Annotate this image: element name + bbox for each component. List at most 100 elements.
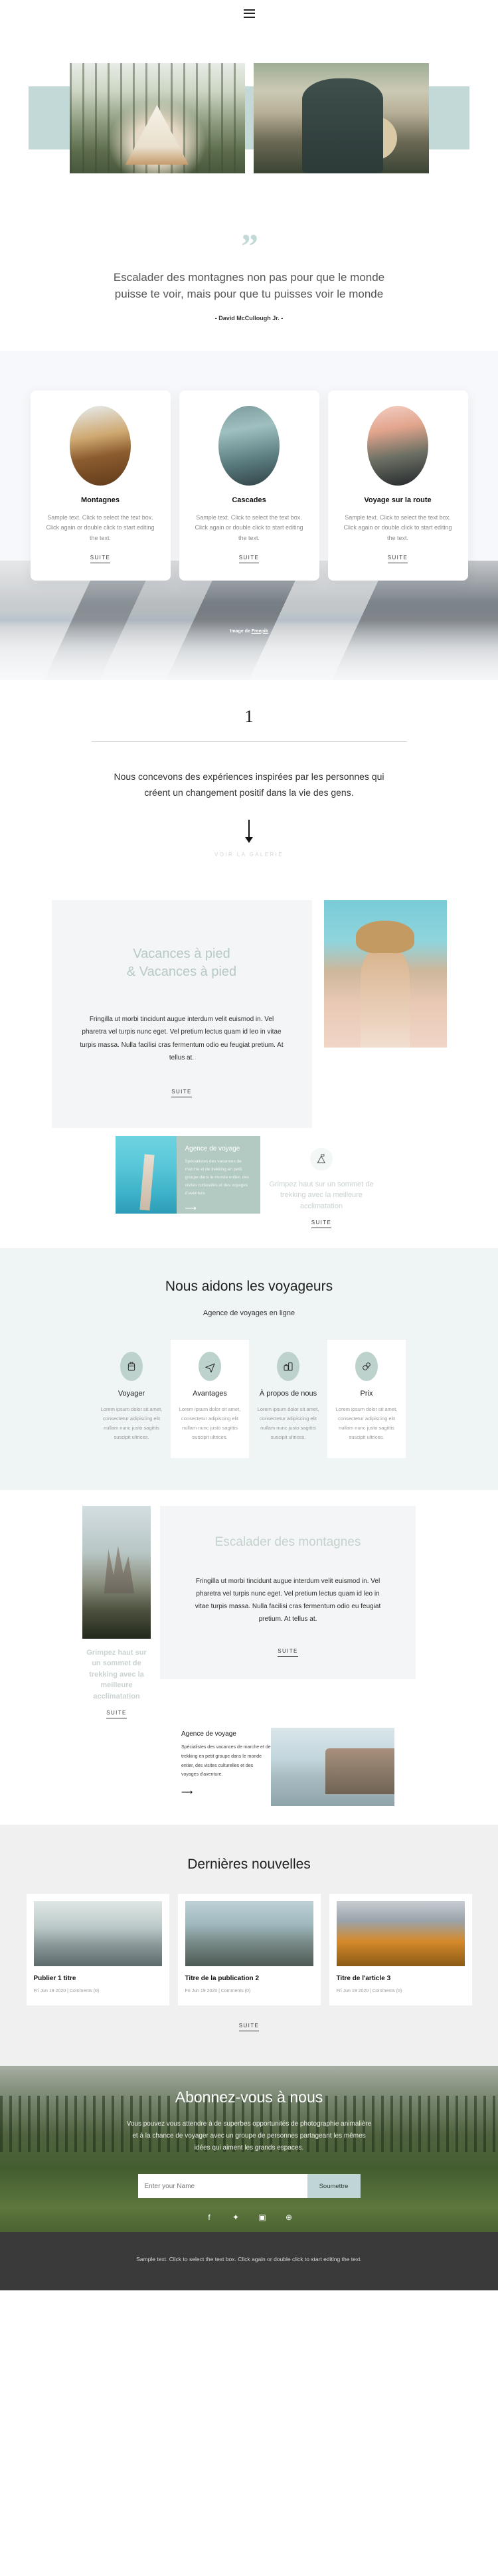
news-title: Titre de la publication 2 xyxy=(185,1975,260,1983)
hamburger-icon[interactable] xyxy=(243,9,255,18)
feature-prix[interactable]: Prix Lorem ipsum dolor sit amet, consect… xyxy=(327,1340,406,1458)
news-row: Publier 1 titre Fri Jun 19 2020 | Commen… xyxy=(0,1894,498,2006)
image-credit-link[interactable]: Freepik xyxy=(252,629,268,634)
intro-section: 1 Nous concevons des expériences inspiré… xyxy=(0,680,498,885)
facebook-icon[interactable]: f xyxy=(205,2213,214,2222)
news-title: Publier 1 titre xyxy=(33,1975,76,1983)
landing-page: ” Escalader des montagnes non pas pour q… xyxy=(0,0,498,2290)
card-title: Cascades xyxy=(232,496,266,504)
news-meta: Fri Jun 19 2020 | Comments (0) xyxy=(33,1989,100,1994)
climb-title: Grimpez haut sur un sommet de trekking a… xyxy=(269,1180,374,1210)
escalader-agency-image xyxy=(271,1728,394,1807)
balloon-icon xyxy=(355,1352,378,1382)
feature-title: Voyager xyxy=(118,1390,145,1398)
site-footer: Sample text. Click to select the text bo… xyxy=(0,2232,498,2290)
name-input[interactable] xyxy=(137,2174,307,2199)
escalader-more-link[interactable]: SUITE xyxy=(278,1648,298,1657)
quote-mark-icon: ” xyxy=(241,228,258,266)
feature-voyager[interactable]: Voyager Lorem ipsum dolor sit amet, cons… xyxy=(92,1340,171,1458)
news-section: Dernières nouvelles Publier 1 titre Fri … xyxy=(0,1825,498,2067)
escalader-section: Grimpez haut sur un sommet de trekking a… xyxy=(0,1489,498,1825)
escalader-agency-title: Agence de voyage xyxy=(181,1730,236,1738)
news-image xyxy=(185,1901,313,1967)
agency-card[interactable]: Agence de voyage Spécialistes des vacanc… xyxy=(176,1135,260,1214)
feature-avantages[interactable]: Avantages Lorem ipsum dolor sit amet, co… xyxy=(171,1340,249,1458)
feature-apropos[interactable]: À propos de nous Lorem ipsum dolor sit a… xyxy=(249,1340,327,1458)
news-card[interactable]: Titre de l'article 3 Fri Jun 19 2020 | C… xyxy=(329,1894,472,2006)
escalader-left-column: Grimpez haut sur un sommet de trekking a… xyxy=(82,1505,151,1719)
card-more-link[interactable]: SUITE xyxy=(90,555,111,563)
escalader-row: Grimpez haut sur un sommet de trekking a… xyxy=(0,1505,498,1719)
quote-section: ” Escalader des montagnes non pas pour q… xyxy=(0,213,498,351)
submit-button[interactable]: Soumettre xyxy=(307,2174,361,2199)
escalader-title: Escalader des montagnes xyxy=(214,1534,361,1549)
escalader-text: Fringilla ut morbi tincidunt augue inter… xyxy=(195,1577,381,1623)
features-row: Voyager Lorem ipsum dolor sit amet, cons… xyxy=(0,1340,498,1458)
feature-title: Avantages xyxy=(193,1390,227,1398)
arrow-right-icon[interactable]: ⟶ xyxy=(185,1204,252,1213)
escalader-text-block: Escalader des montagnes Fringilla ut mor… xyxy=(160,1505,416,1679)
feature-card[interactable]: Montagnes Sample text. Click to select t… xyxy=(30,390,171,581)
climb-more-link[interactable]: SUITE xyxy=(311,1220,332,1229)
footer-text: Sample text. Click to select the text bo… xyxy=(136,2256,362,2263)
news-title: Titre de l'article 3 xyxy=(336,1975,391,1983)
agency-pair: Agence de voyage Spécialistes des vacanc… xyxy=(115,1135,260,1214)
hero-images xyxy=(0,63,498,173)
quote-author: - David McCullough Jr. - xyxy=(214,314,284,322)
vacances-title: Vacances à pied & Vacances à pied xyxy=(80,945,284,981)
arrow-right-icon[interactable]: ⟶ xyxy=(181,1788,271,1797)
news-image xyxy=(336,1901,465,1967)
news-more-link[interactable]: SUITE xyxy=(238,2023,260,2032)
card-title: Voyage sur la route xyxy=(364,496,432,504)
feature-title: À propos de nous xyxy=(259,1390,317,1398)
features-cards-section: Montagnes Sample text. Click to select t… xyxy=(0,350,498,680)
vacances-text-block: Vacances à pied & Vacances à pied Fringi… xyxy=(51,899,312,1128)
hero-section xyxy=(0,27,498,213)
mountain-flag-icon xyxy=(310,1147,333,1170)
card-more-link[interactable]: SUITE xyxy=(238,555,260,563)
escalader-caption-link[interactable]: SUITE xyxy=(106,1710,127,1719)
hero-image-tent xyxy=(69,63,245,173)
news-meta: Fri Jun 19 2020 | Comments (0) xyxy=(336,1989,402,1994)
intro-text: Nous concevons des expériences inspirées… xyxy=(114,771,384,798)
vacances-text: Fringilla ut morbi tincidunt augue inter… xyxy=(80,1015,284,1062)
card-image-voyage xyxy=(367,405,428,486)
vacances-section: Vacances à pied & Vacances à pied Fringi… xyxy=(0,885,498,1249)
dribbble-icon[interactable]: ⊕ xyxy=(284,2213,293,2222)
escalader-agency-text: Spécialistes des vacances de marche et d… xyxy=(181,1745,271,1778)
card-text: Sample text. Click to select the text bo… xyxy=(343,513,452,542)
card-more-link[interactable]: SUITE xyxy=(387,555,408,563)
vacances-more-link[interactable]: SUITE xyxy=(171,1089,192,1097)
escalader-caption-title: Grimpez haut sur un sommet de trekking a… xyxy=(86,1648,147,1701)
site-header xyxy=(0,0,498,27)
instagram-icon[interactable]: ▣ xyxy=(258,2213,267,2222)
vacances-row: Vacances à pied & Vacances à pied Fringi… xyxy=(0,899,498,1128)
news-card[interactable]: Titre de la publication 2 Fri Jun 19 202… xyxy=(177,1894,321,2006)
subscribe-section: Abonnez-vous à nous Vous pouvez vous att… xyxy=(0,2066,498,2233)
feature-card[interactable]: Cascades Sample text. Click to select th… xyxy=(179,390,319,581)
luggage-icon xyxy=(277,1352,299,1382)
arrow-down-icon xyxy=(244,819,254,844)
section-number: 1 xyxy=(244,706,254,726)
feature-card[interactable]: Voyage sur la route Sample text. Click t… xyxy=(327,390,468,581)
gallery-link[interactable]: VOIR LA GALERIE xyxy=(0,852,498,858)
escalader-agency-block: Agence de voyage Spécialistes des vacanc… xyxy=(181,1728,271,1797)
news-card[interactable]: Publier 1 titre Fri Jun 19 2020 | Commen… xyxy=(26,1894,169,2006)
agency-title: Agence de voyage xyxy=(185,1145,240,1152)
card-title: Montagnes xyxy=(80,496,120,504)
news-meta: Fri Jun 19 2020 | Comments (0) xyxy=(185,1989,251,1994)
image-credit-label: Image de xyxy=(230,628,252,634)
backpack-icon xyxy=(120,1352,143,1382)
twitter-icon[interactable]: ✦ xyxy=(231,2213,240,2222)
card-image-cascades xyxy=(218,405,280,486)
image-credit: Image de Freepik xyxy=(0,629,498,634)
subscribe-form: Soumettre xyxy=(137,2174,361,2199)
card-text: Sample text. Click to select the text bo… xyxy=(195,513,303,542)
airplane-icon xyxy=(199,1352,221,1382)
pier-image xyxy=(115,1135,177,1214)
escalader-image xyxy=(82,1505,151,1639)
vacances-secondary-row: Agence de voyage Spécialistes des vacanc… xyxy=(0,1135,498,1229)
feature-title: Prix xyxy=(360,1390,373,1398)
helpers-heading: Nous aidons les voyageurs xyxy=(165,1279,333,1295)
social-links: f ✦ ▣ ⊕ xyxy=(0,2213,498,2222)
